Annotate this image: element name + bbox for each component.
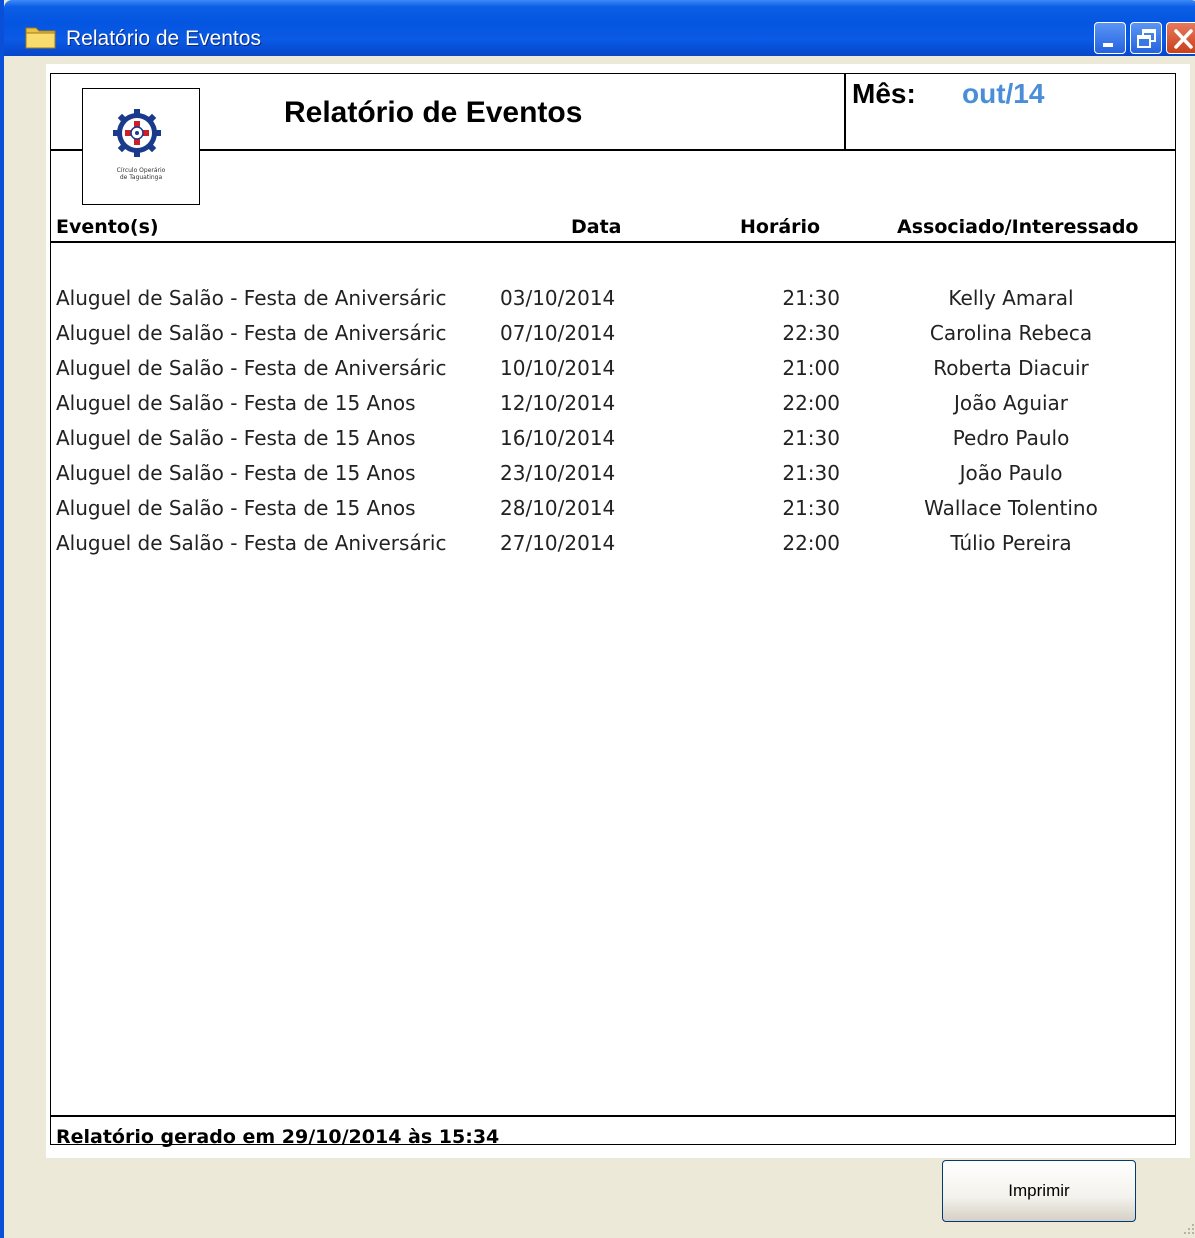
organization-logo: Círculo Operário de Taguatinga <box>82 88 200 205</box>
event-cell: Aluguel de Salão - Festa de Aniversáric <box>56 356 447 380</box>
event-cell: Aluguel de Salão - Festa de Aniversáric <box>56 321 447 345</box>
event-cell: Aluguel de Salão - Festa de 15 Anos <box>56 426 416 450</box>
close-icon <box>1174 29 1193 49</box>
time-cell: 22:00 <box>782 391 840 415</box>
close-button[interactable] <box>1166 22 1195 54</box>
table-row: Aluguel de Salão - Festa de Aniversáric … <box>46 353 1190 388</box>
folder-icon <box>25 27 56 49</box>
time-cell: 21:30 <box>782 426 840 450</box>
person-cell: Túlio Pereira <box>950 531 1072 555</box>
person-cell: Roberta Diacuir <box>933 356 1089 380</box>
table-row: Aluguel de Salão - Festa de 15 Anos 16/1… <box>46 423 1190 458</box>
report-footer: Relatório gerado em 29/10/2014 às 15:34 <box>56 1126 500 1148</box>
table-row: Aluguel de Salão - Festa de 15 Anos 12/1… <box>46 388 1190 423</box>
column-header-event: Evento(s) <box>56 216 159 238</box>
time-cell: 21:00 <box>782 356 840 380</box>
minimize-icon <box>1103 43 1113 47</box>
person-cell: Wallace Tolentino <box>924 496 1098 520</box>
event-cell: Aluguel de Salão - Festa de 15 Anos <box>56 496 416 520</box>
print-button[interactable]: Imprimir <box>942 1160 1136 1222</box>
window-title: Relatório de Eventos <box>66 27 261 50</box>
event-cell: Aluguel de Salão - Festa de Aniversáric <box>56 531 447 555</box>
month-label: Mês: <box>852 78 916 109</box>
event-cell: Aluguel de Salão - Festa de 15 Anos <box>56 391 416 415</box>
time-cell: 22:00 <box>782 531 840 555</box>
time-cell: 21:30 <box>782 286 840 310</box>
report-title: Relatório de Eventos <box>284 96 583 129</box>
person-cell: João Paulo <box>959 461 1063 485</box>
column-header-date: Data <box>571 216 622 238</box>
report-window: Relatório de Eventos Círculo Operário de… <box>0 0 1195 1238</box>
person-cell: Carolina Rebeca <box>929 321 1093 345</box>
date-cell: 12/10/2014 <box>500 391 616 415</box>
gear-cross-emblem-icon <box>113 109 161 157</box>
table-row: Aluguel de Salão - Festa de 15 Anos 23/1… <box>46 458 1190 493</box>
date-cell: 27/10/2014 <box>500 531 616 555</box>
title-bar[interactable]: Relatório de Eventos <box>4 0 1195 56</box>
date-cell: 23/10/2014 <box>500 461 616 485</box>
date-cell: 10/10/2014 <box>500 356 616 380</box>
table-row: Aluguel de Salão - Festa de Aniversáric … <box>46 318 1190 353</box>
event-list: Aluguel de Salão - Festa de Aniversáric … <box>46 283 1190 563</box>
table-row: Aluguel de Salão - Festa de Aniversáric … <box>46 283 1190 318</box>
person-cell: João Aguiar <box>953 391 1069 415</box>
report-panel: Círculo Operário de Taguatinga Relatório… <box>46 64 1190 1158</box>
time-cell: 22:30 <box>782 321 840 345</box>
table-row: Aluguel de Salão - Festa de Aniversáric … <box>46 528 1190 563</box>
date-cell: 28/10/2014 <box>500 496 616 520</box>
person-cell: Kelly Amaral <box>948 286 1074 310</box>
event-cell: Aluguel de Salão - Festa de Aniversáric <box>56 286 447 310</box>
month-value: out/14 <box>962 78 1045 109</box>
date-cell: 03/10/2014 <box>500 286 616 310</box>
resize-grip-icon[interactable] <box>1180 1220 1195 1236</box>
date-cell: 07/10/2014 <box>500 321 616 345</box>
date-cell: 16/10/2014 <box>500 426 616 450</box>
person-cell: Pedro Paulo <box>952 426 1070 450</box>
column-header-person: Associado/Interessado <box>897 216 1139 238</box>
table-row: Aluguel de Salão - Festa de 15 Anos 28/1… <box>46 493 1190 528</box>
time-cell: 21:30 <box>782 496 840 520</box>
logo-caption: Círculo Operário de Taguatinga <box>116 167 166 181</box>
minimize-button[interactable] <box>1094 22 1126 54</box>
event-cell: Aluguel de Salão - Festa de 15 Anos <box>56 461 416 485</box>
time-cell: 21:30 <box>782 461 840 485</box>
restore-button[interactable] <box>1130 22 1162 54</box>
column-header-time: Horário <box>740 216 821 238</box>
restore-icon <box>1137 29 1156 48</box>
